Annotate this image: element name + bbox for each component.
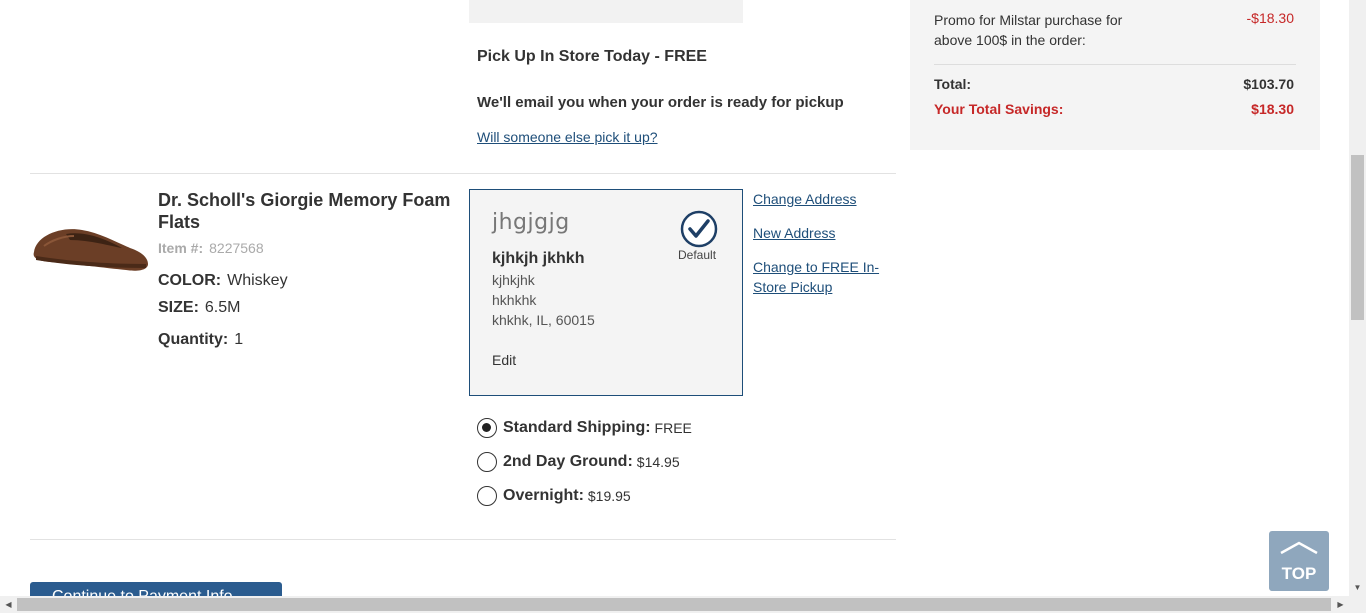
2nd-day-ground-radio[interactable] — [477, 452, 497, 472]
section-divider — [30, 173, 896, 174]
default-check-icon — [680, 210, 718, 248]
back-to-top-button[interactable]: TOP — [1269, 531, 1329, 591]
shipping-option-price: FREE — [654, 420, 692, 436]
change-address-link[interactable]: Change Address — [753, 189, 893, 209]
shipping-option-standard[interactable]: Standard Shipping: FREE — [477, 417, 692, 439]
item-number-label: Item #: — [158, 240, 204, 256]
shipping-option-price: $14.95 — [636, 454, 680, 470]
address-nickname: jhgjgjg — [492, 210, 570, 235]
vertical-scrollbar-thumb[interactable] — [1351, 155, 1364, 320]
product-name: Dr. Scholl's Giorgie Memory Foam Flats — [158, 190, 451, 232]
previous-card-bottom — [469, 0, 743, 23]
standard-shipping-radio[interactable] — [477, 418, 497, 438]
size-label: SIZE: — [158, 299, 199, 316]
product-quantity: Quantity: 1 — [158, 331, 243, 349]
shipping-option-label: Standard Shipping: — [503, 419, 651, 436]
address-name: kjhkjh jkhkh — [492, 250, 585, 267]
someone-else-pickup-link[interactable]: Will someone else pick it up? — [477, 129, 658, 145]
item-number: Item #: 8227568 — [158, 240, 264, 256]
shipping-option-label: Overnight: — [503, 487, 584, 504]
product-image — [33, 229, 148, 271]
item-number-value: 8227568 — [209, 240, 264, 256]
total-value: $103.70 — [1243, 76, 1294, 92]
product-color: COLOR: Whiskey — [158, 272, 288, 290]
shipping-address-card[interactable]: jhgjgjg Default kjhkjh jkhkh kjhkjhk hkh… — [469, 189, 743, 396]
pickup-email-note: We'll email you when your order is ready… — [477, 94, 844, 111]
scroll-down-arrow-icon[interactable]: ▼ — [1349, 579, 1366, 596]
vertical-scrollbar[interactable]: ▼ — [1349, 0, 1366, 596]
shipping-option-label: 2nd Day Ground: — [503, 453, 633, 470]
color-label: COLOR: — [158, 272, 222, 289]
horizontal-scrollbar-thumb[interactable] — [17, 598, 1331, 611]
savings-value: $18.30 — [1251, 101, 1294, 117]
product-size: SIZE: 6.5M — [158, 299, 240, 317]
overnight-radio[interactable] — [477, 486, 497, 506]
shipping-option-price: $19.95 — [587, 488, 631, 504]
shipping-option-2nd-day[interactable]: 2nd Day Ground: $14.95 — [477, 451, 680, 473]
order-summary: Promo for Milstar purchase for above 100… — [910, 0, 1320, 150]
quantity-label: Quantity: — [158, 331, 229, 348]
promo-label: Promo for Milstar purchase for above 100… — [934, 12, 1123, 48]
back-to-top-label: TOP — [1281, 564, 1317, 583]
pickup-title: Pick Up In Store Today - FREE — [477, 48, 707, 65]
shipping-option-overnight[interactable]: Overnight: $19.95 — [477, 485, 631, 507]
edit-address-button[interactable]: Edit — [492, 352, 516, 368]
savings-label: Your Total Savings: — [934, 101, 1064, 117]
color-value: Whiskey — [227, 272, 288, 289]
default-label: Default — [678, 248, 717, 262]
address-line2: hkhkhk — [492, 292, 537, 308]
chevron-up-icon — [1280, 541, 1318, 555]
horizontal-scrollbar[interactable]: ◀ ▶ — [0, 596, 1366, 613]
change-to-store-pickup-link[interactable]: Change to FREE In-Store Pickup — [753, 257, 893, 297]
address-city-state-zip: khkhk, IL, 60015 — [492, 312, 595, 328]
total-label: Total: — [934, 76, 972, 92]
size-value: 6.5M — [204, 299, 241, 316]
section-divider — [30, 539, 896, 540]
new-address-link[interactable]: New Address — [753, 223, 893, 243]
address-line1: kjhkjhk — [492, 272, 535, 288]
quantity-value: 1 — [234, 331, 244, 348]
scroll-right-arrow-icon[interactable]: ▶ — [1332, 596, 1349, 613]
summary-divider — [934, 64, 1296, 65]
promo-value: -$18.30 — [1246, 10, 1294, 26]
scroll-left-arrow-icon[interactable]: ◀ — [0, 596, 17, 613]
